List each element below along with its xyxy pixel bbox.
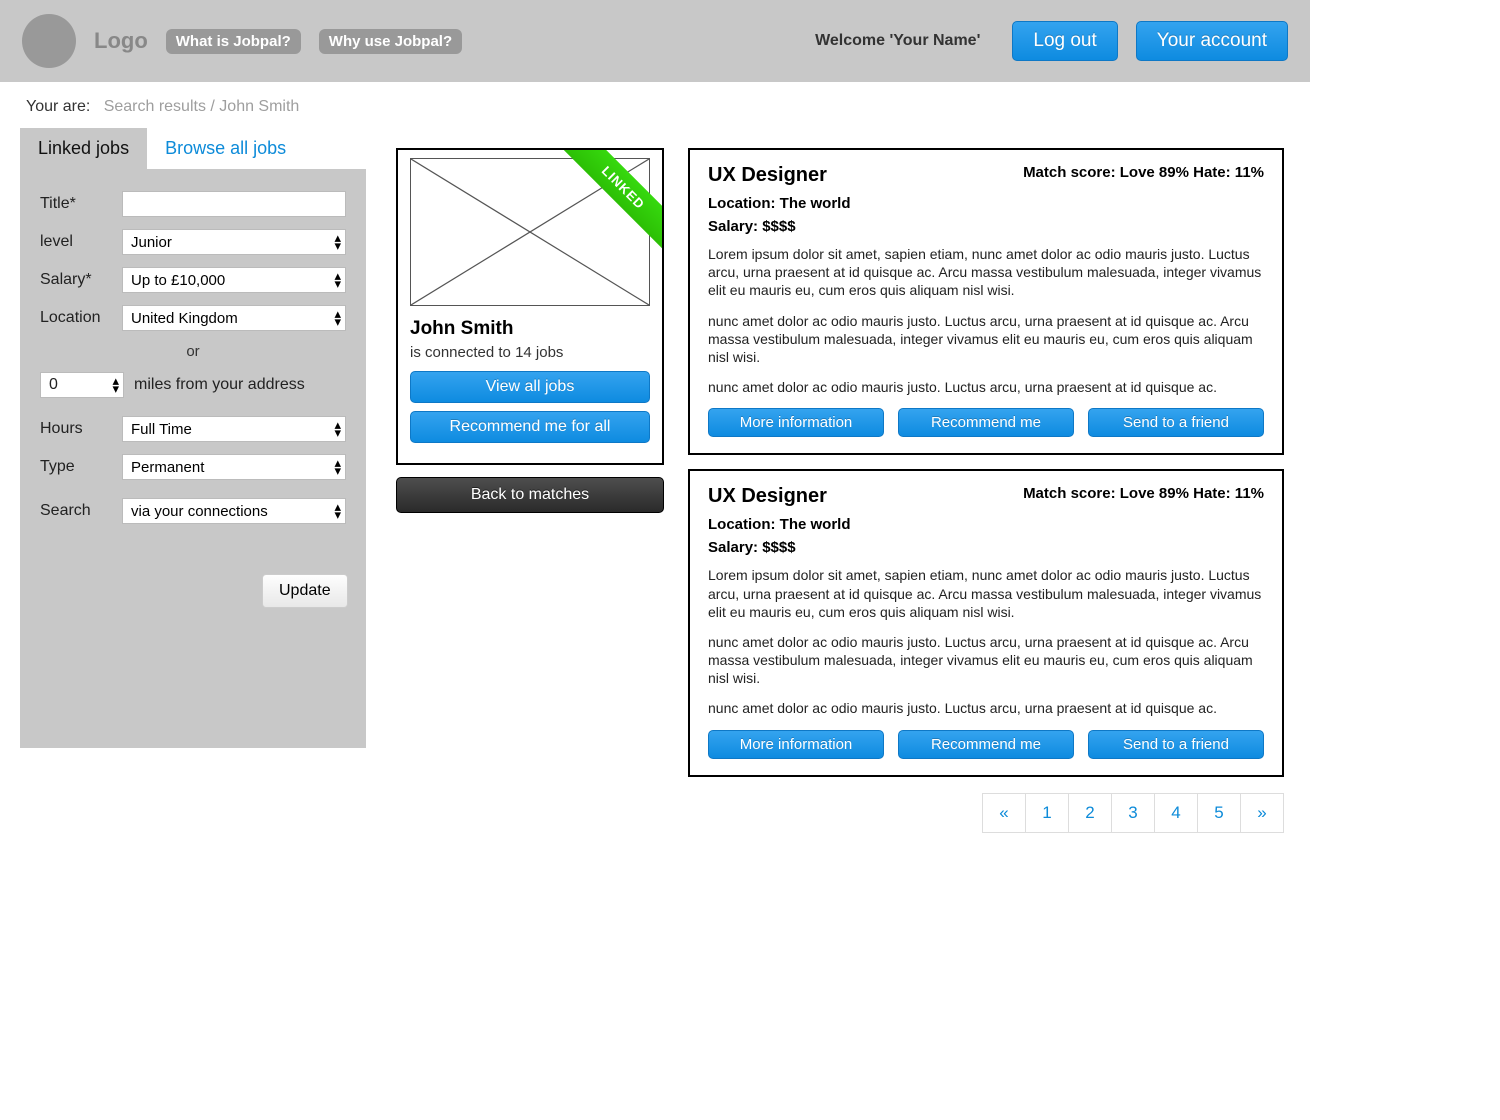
salary-label: Salary* xyxy=(40,271,112,289)
or-text: or xyxy=(40,343,346,360)
type-label: Type xyxy=(40,458,112,476)
miles-value: 0 xyxy=(49,376,58,394)
more-info-button[interactable]: More information xyxy=(708,730,884,759)
job-description: Lorem ipsum dolor sit amet, sapien etiam… xyxy=(708,566,1264,717)
pagination: « 1 2 3 4 5 » xyxy=(688,793,1284,833)
location-select[interactable]: United Kingdom ▴▾ xyxy=(122,305,346,331)
chevron-updown-icon: ▴▾ xyxy=(334,234,341,250)
search-value: via your connections xyxy=(131,503,268,520)
chevron-updown-icon: ▴▾ xyxy=(334,459,341,475)
view-all-jobs-button[interactable]: View all jobs xyxy=(410,371,650,403)
chevron-updown-icon: ▴▾ xyxy=(334,310,341,326)
logo-text: Logo xyxy=(94,28,148,54)
welcome-text: Welcome 'Your Name' xyxy=(815,32,980,50)
job-location: Location: The world xyxy=(708,195,1264,212)
miles-select[interactable]: 0 ▴▾ xyxy=(40,372,124,398)
profile-card: LINKED John Smith is connected to 14 job… xyxy=(396,148,664,465)
type-value: Permanent xyxy=(131,459,204,476)
job-description: Lorem ipsum dolor sit amet, sapien etiam… xyxy=(708,245,1264,396)
job-location: Location: The world xyxy=(708,516,1264,533)
job-title: UX Designer xyxy=(708,485,827,508)
topbar: Logo What is Jobpal? Why use Jobpal? Wel… xyxy=(0,0,1310,82)
recommend-me-button[interactable]: Recommend me xyxy=(898,730,1074,759)
location-label: Location xyxy=(40,309,112,327)
hours-select[interactable]: Full Time ▴▾ xyxy=(122,416,346,442)
page-4[interactable]: 4 xyxy=(1154,793,1198,833)
chevron-updown-icon: ▴▾ xyxy=(334,272,341,288)
job-title: UX Designer xyxy=(708,164,827,187)
send-friend-button[interactable]: Send to a friend xyxy=(1088,408,1264,437)
location-value: United Kingdom xyxy=(131,310,238,327)
salary-value: Up to £10,000 xyxy=(131,272,225,289)
more-info-button[interactable]: More information xyxy=(708,408,884,437)
filters-panel: Title* level Junior ▴▾ Salary* Up to £10… xyxy=(20,169,366,748)
page-1[interactable]: 1 xyxy=(1025,793,1069,833)
job-salary: Salary: $$$$ xyxy=(708,218,1264,235)
level-label: level xyxy=(40,233,112,251)
breadcrumb-prefix: Your are: xyxy=(26,98,90,115)
back-to-matches-button[interactable]: Back to matches xyxy=(396,477,664,513)
logo-icon xyxy=(22,14,76,68)
hours-label: Hours xyxy=(40,420,112,438)
profile-name: John Smith xyxy=(410,318,650,340)
job-card: UX Designer Match score: Love 89% Hate: … xyxy=(688,469,1284,776)
job-card: UX Designer Match score: Love 89% Hate: … xyxy=(688,148,1284,455)
logout-button[interactable]: Log out xyxy=(1012,21,1117,61)
level-value: Junior xyxy=(131,234,172,251)
search-label: Search xyxy=(40,502,112,520)
page-2[interactable]: 2 xyxy=(1068,793,1112,833)
account-button[interactable]: Your account xyxy=(1136,21,1288,61)
chevron-updown-icon: ▴▾ xyxy=(112,377,119,393)
update-button[interactable]: Update xyxy=(262,574,348,608)
send-friend-button[interactable]: Send to a friend xyxy=(1088,730,1264,759)
miles-suffix: miles from your address xyxy=(134,376,305,394)
recommend-me-button[interactable]: Recommend me xyxy=(898,408,1074,437)
level-select[interactable]: Junior ▴▾ xyxy=(122,229,346,255)
nav-why-use[interactable]: Why use Jobpal? xyxy=(319,29,462,54)
salary-select[interactable]: Up to £10,000 ▴▾ xyxy=(122,267,346,293)
search-select[interactable]: via your connections ▴▾ xyxy=(122,498,346,524)
recommend-all-button[interactable]: Recommend me for all xyxy=(410,411,650,443)
profile-image-placeholder xyxy=(410,158,650,306)
chevron-updown-icon: ▴▾ xyxy=(334,421,341,437)
breadcrumb: Your are: Search results / John Smith xyxy=(0,82,1310,128)
page-3[interactable]: 3 xyxy=(1111,793,1155,833)
page-5[interactable]: 5 xyxy=(1197,793,1241,833)
page-next[interactable]: » xyxy=(1240,793,1284,833)
nav-what-is[interactable]: What is Jobpal? xyxy=(166,29,301,54)
title-input[interactable] xyxy=(122,191,346,217)
title-label: Title* xyxy=(40,195,112,213)
job-salary: Salary: $$$$ xyxy=(708,539,1264,556)
tab-browse-all[interactable]: Browse all jobs xyxy=(147,128,304,169)
type-select[interactable]: Permanent ▴▾ xyxy=(122,454,346,480)
hours-value: Full Time xyxy=(131,421,192,438)
tab-linked-jobs[interactable]: Linked jobs xyxy=(20,128,147,169)
page-prev[interactable]: « xyxy=(982,793,1026,833)
match-score: Match score: Love 89% Hate: 11% xyxy=(1023,164,1264,181)
breadcrumb-path: Search results / John Smith xyxy=(104,98,300,115)
profile-sub: is connected to 14 jobs xyxy=(410,344,650,361)
chevron-updown-icon: ▴▾ xyxy=(334,503,341,519)
match-score: Match score: Love 89% Hate: 11% xyxy=(1023,485,1264,502)
